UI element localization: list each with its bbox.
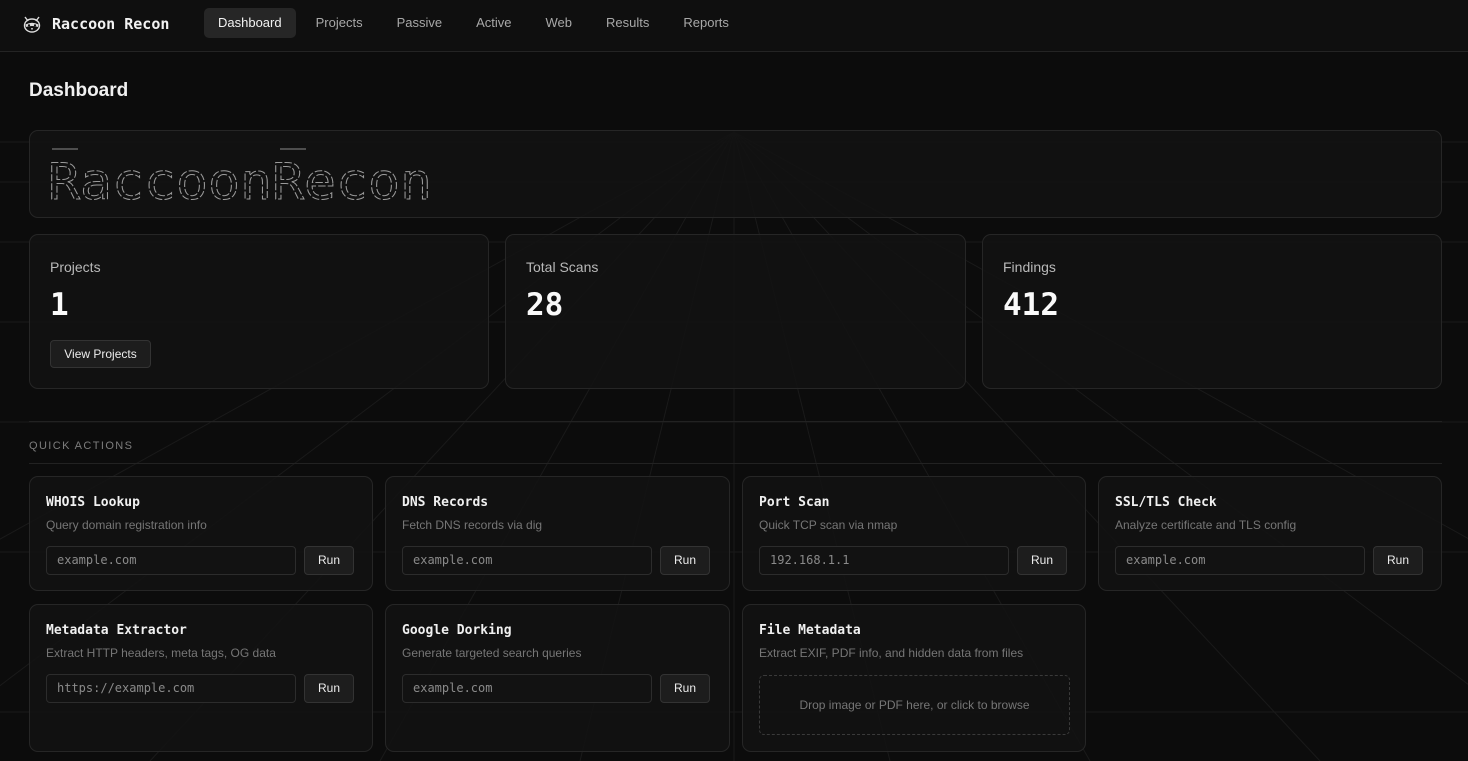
ascii-logo: RaccoonRecon	[48, 148, 433, 207]
view-projects-button[interactable]: View Projects	[50, 340, 151, 368]
nav-projects[interactable]: Projects	[302, 8, 377, 38]
quick-action-title: Port Scan	[759, 495, 830, 510]
metadata-run-button[interactable]: Run	[304, 674, 354, 703]
port-scan-run-button[interactable]: Run	[1017, 546, 1067, 575]
dns-domain-input[interactable]: example.com	[402, 546, 652, 575]
quick-action-dns: DNS Records Fetch DNS records via dig ex…	[385, 476, 730, 591]
page-title: Dashboard	[29, 80, 129, 101]
stat-value: 1	[50, 287, 69, 323]
quick-action-description: Quick TCP scan via nmap	[759, 518, 898, 532]
quick-action-description: Generate targeted search queries	[402, 646, 582, 660]
whois-run-button[interactable]: Run	[304, 546, 354, 575]
top-navigation-bar: Raccoon Recon Dashboard Projects Passive…	[0, 0, 1468, 52]
stat-card-findings: Findings 412	[982, 234, 1442, 389]
nav-reports[interactable]: Reports	[669, 8, 743, 38]
nav-web[interactable]: Web	[532, 8, 587, 38]
quick-actions-heading: QUICK ACTIONS	[29, 440, 134, 452]
port-scan-host-input[interactable]: 192.168.1.1	[759, 546, 1009, 575]
main-nav: Dashboard Projects Passive Active Web Re…	[204, 8, 749, 38]
file-dropzone[interactable]: Drop image or PDF here, or click to brow…	[759, 675, 1070, 735]
nav-active[interactable]: Active	[462, 8, 525, 38]
quick-action-title: SSL/TLS Check	[1115, 495, 1217, 510]
quick-action-description: Extract HTTP headers, meta tags, OG data	[46, 646, 276, 660]
quick-action-ssl-tls: SSL/TLS Check Analyze certificate and TL…	[1098, 476, 1442, 591]
quick-action-description: Extract EXIF, PDF info, and hidden data …	[759, 646, 1024, 660]
nav-results[interactable]: Results	[592, 8, 663, 38]
quick-action-port-scan: Port Scan Quick TCP scan via nmap 192.16…	[742, 476, 1086, 591]
app-name: Raccoon Recon	[52, 15, 170, 33]
quick-action-description: Analyze certificate and TLS config	[1115, 518, 1297, 532]
stat-label: Total Scans	[526, 259, 599, 275]
raccoon-icon	[23, 16, 41, 33]
quick-action-title: WHOIS Lookup	[46, 495, 140, 510]
quick-action-description: Query domain registration info	[46, 518, 207, 532]
quick-action-google-dorking: Google Dorking Generate targeted search …	[385, 604, 730, 752]
stat-value: 28	[526, 287, 564, 323]
ssl-tls-domain-input[interactable]: example.com	[1115, 546, 1365, 575]
whois-domain-input[interactable]: example.com	[46, 546, 296, 575]
brand[interactable]: Raccoon Recon	[22, 12, 169, 36]
stat-card-projects: Projects 1 View Projects	[29, 234, 489, 389]
svg-text:RaccoonRecon: RaccoonRecon	[48, 153, 432, 207]
quick-action-title: File Metadata	[759, 623, 861, 638]
nav-passive[interactable]: Passive	[383, 8, 457, 38]
divider	[29, 421, 1442, 422]
metadata-url-input[interactable]: https://example.com	[46, 674, 296, 703]
stat-label: Findings	[1003, 259, 1056, 275]
dns-run-button[interactable]: Run	[660, 546, 710, 575]
quick-action-whois: WHOIS Lookup Query domain registration i…	[29, 476, 373, 591]
quick-action-title: DNS Records	[402, 495, 489, 510]
ssl-tls-run-button[interactable]: Run	[1373, 546, 1423, 575]
dorking-domain-input[interactable]: example.com	[402, 674, 652, 703]
stat-label: Projects	[50, 259, 101, 275]
divider	[29, 463, 1442, 464]
quick-action-description: Fetch DNS records via dig	[402, 518, 543, 532]
quick-action-metadata-extractor: Metadata Extractor Extract HTTP headers,…	[29, 604, 373, 752]
quick-action-file-metadata: File Metadata Extract EXIF, PDF info, an…	[742, 604, 1086, 752]
dorking-run-button[interactable]: Run	[660, 674, 710, 703]
stat-value: 412	[1003, 287, 1059, 323]
quick-action-title: Google Dorking	[402, 623, 512, 638]
quick-action-title: Metadata Extractor	[46, 623, 187, 638]
stat-card-total-scans: Total Scans 28	[505, 234, 966, 389]
ascii-banner: RaccoonRecon	[29, 130, 1442, 218]
nav-dashboard[interactable]: Dashboard	[204, 8, 296, 38]
